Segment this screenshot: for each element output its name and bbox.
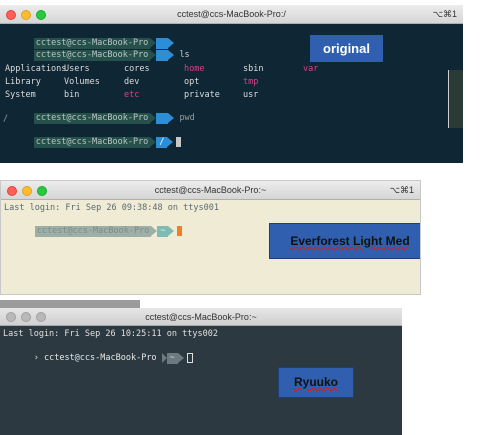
prompt-line: cctest@ccs-MacBook-Pro / [3,126,182,159]
window-title: cctest@ccs-MacBook-Pro:~ [154,185,267,195]
pwd-output: / [3,114,9,124]
dir-entry: usr [243,90,259,100]
theme-label: Ryuuko [278,367,354,398]
dir-entry: tmp [243,77,259,87]
dir-entry: var [303,64,319,74]
desktop-background [0,300,140,308]
theme-label: Everforest Light Med [269,223,420,259]
terminal-cursor [186,353,193,363]
background-window-edge [448,70,463,128]
dir-entry: Applications [5,64,67,74]
dir-entry: Library [5,77,41,87]
command-text: pwd [179,113,195,123]
prompt-user-segment: cctest@ccs-MacBook-Pro [33,50,151,61]
prompt-dir-segment [156,50,169,61]
command-text: ls [179,50,190,60]
dir-entry: opt [184,77,200,87]
dir-entry: home [184,64,205,74]
prompt-user-segment: cctest@ccs-MacBook-Pro [43,353,157,363]
terminal-cursor [177,226,183,236]
dir-entry: Users [64,64,90,74]
dir-entry: bin [64,90,80,100]
shortcut-label: ⌥⌘1 [389,185,414,195]
shortcut-label: ⌥⌘1 [432,9,457,19]
terminal-content[interactable]: cctest@ccs-MacBook-Pro cctest@ccs-MacBoo… [0,24,463,163]
prompt-chevron-icon: › [33,353,39,363]
terminal-cursor [176,137,182,147]
terminal-window-original: cctest@ccs-MacBook-Pro:/ ⌥⌘1 cctest@ccs-… [0,5,463,163]
dir-entry: dev [124,77,140,87]
prompt-line: cctest@ccs-MacBook-Pro ~ [4,215,183,248]
last-login-text: Last login: Fri Sep 26 10:25:11 on ttys0… [3,329,218,339]
title-bar: cctest@ccs-MacBook-Pro:~ ⌥⌘1 [1,181,420,200]
dir-entry: sbin [243,64,264,74]
title-bar: cctest@ccs-MacBook-Pro:/ ⌥⌘1 [0,5,463,24]
prompt-user-segment: cctest@ccs-MacBook-Pro [34,226,152,237]
theme-label: original [310,35,383,62]
dir-entry: cores [124,64,150,74]
window-title: cctest@ccs-MacBook-Pro:~ [145,312,257,322]
prompt-user-segment: cctest@ccs-MacBook-Pro [33,113,151,124]
prompt-line: › cctest@ccs-MacBook-Pro ~ [3,342,193,375]
prompt-dir-segment [156,113,169,124]
prompt-dir-segment: ~ [157,226,169,237]
prompt-user-segment: cctest@ccs-MacBook-Pro [33,137,151,148]
dir-entry: etc [124,90,140,100]
prompt-dir-segment: / [156,137,168,148]
dir-entry: private [184,90,220,100]
prompt-dir-segment: ~ [166,353,178,364]
dir-entry: Volumes [64,77,100,87]
terminal-window-everforest: cctest@ccs-MacBook-Pro:~ ⌥⌘1 Last login:… [0,180,421,295]
title-bar: cctest@ccs-MacBook-Pro:~ [0,308,402,326]
window-title: cctest@ccs-MacBook-Pro:/ [177,9,286,19]
dir-entry: System [5,90,36,100]
last-login-text: Last login: Fri Sep 26 09:38:48 on ttys0… [4,203,219,213]
terminal-window-ryuuko: cctest@ccs-MacBook-Pro:~ Last login: Fri… [0,308,402,435]
